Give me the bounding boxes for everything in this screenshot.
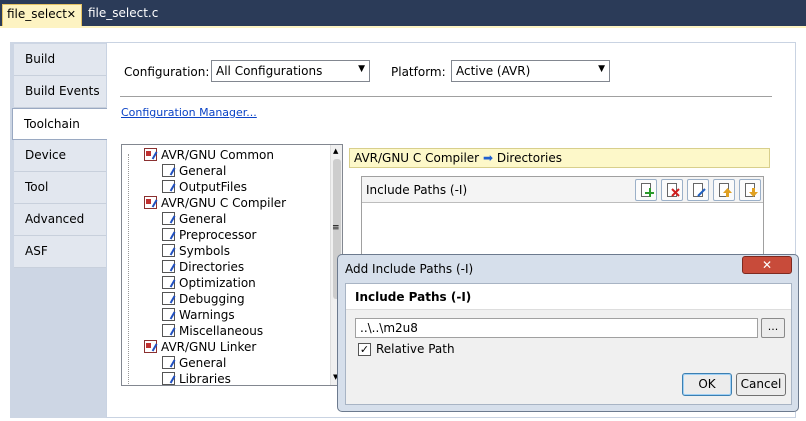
tree-item-label: Libraries <box>179 372 231 386</box>
relative-path-label[interactable]: Relative Path <box>376 342 455 356</box>
edit-item-button[interactable] <box>687 179 709 201</box>
nav-item-device[interactable]: Device <box>14 140 106 172</box>
add-item-button[interactable] <box>635 179 657 201</box>
tree-item-label: Symbols <box>179 244 230 258</box>
dialog-title: Add Include Paths (-I) <box>345 262 474 276</box>
dialog-header-title: Include Paths (-I) <box>355 290 472 304</box>
tree-item[interactable]: Directories <box>162 260 244 276</box>
include-paths-header: Include Paths (-I) <box>362 177 763 203</box>
tree-item[interactable]: Debugging <box>162 292 245 308</box>
divider <box>120 96 772 97</box>
property-page-icon <box>162 308 175 321</box>
tree-group[interactable]: AVR/GNU Linker <box>144 340 256 356</box>
configuration-value: All Configurations <box>216 64 323 78</box>
tree-item-label: Miscellaneous <box>179 324 264 338</box>
nav-item-build[interactable]: Build <box>14 44 106 76</box>
property-group-icon <box>144 340 157 353</box>
configuration-label: Configuration: <box>124 65 210 79</box>
tree-item[interactable]: Optimization <box>162 276 256 292</box>
tree-item-label: OutputFiles <box>179 180 248 194</box>
tab-label: file_select.c <box>88 6 159 20</box>
platform-select[interactable]: Active (AVR) ▼ <box>451 60 610 82</box>
dialog-header: Include Paths (-I) <box>346 284 791 310</box>
tree-item-label: General <box>179 212 227 226</box>
configuration-manager-link[interactable]: Configuration Manager... <box>121 106 257 119</box>
close-icon: ✕ <box>761 258 773 272</box>
tree-item[interactable]: Symbols <box>162 244 230 260</box>
scroll-up-icon[interactable]: ▲ <box>333 147 338 155</box>
tree-item[interactable]: General <box>162 212 226 228</box>
tab-label: file_select <box>7 7 67 21</box>
tree-item-label: Debugging <box>179 292 245 306</box>
close-icon[interactable]: ✕ <box>67 8 76 21</box>
grip-icon: ≡ <box>332 223 340 233</box>
dialog-close-button[interactable]: ✕ <box>742 256 792 274</box>
tree-group[interactable]: AVR/GNU C Compiler <box>144 196 286 212</box>
tree-item-label: Directories <box>179 260 245 274</box>
property-group-icon <box>144 196 157 209</box>
include-path-input[interactable]: ..\..\m2u8 <box>355 318 758 338</box>
tree-item[interactable]: General <box>162 356 226 372</box>
ok-button[interactable]: OK <box>682 373 732 396</box>
include-paths-title: Include Paths (-I) <box>366 183 468 197</box>
property-page-icon <box>162 356 175 369</box>
breadcrumb: AVR/GNU C Compiler ➡ Directories <box>349 148 770 168</box>
property-page-icon <box>162 324 175 337</box>
nav-item-build-events[interactable]: Build Events <box>14 76 106 108</box>
tree-item-label: AVR/GNU C Compiler <box>161 196 287 210</box>
arrow-right-icon: ➡ <box>482 151 493 165</box>
tree-item-label: General <box>179 356 227 370</box>
tree-item-label: Optimization <box>179 276 256 290</box>
tree-item[interactable]: Libraries <box>162 372 231 386</box>
checkmark-icon: ✓ <box>359 343 370 356</box>
include-paths-list[interactable]: Include Paths (-I) <box>361 176 764 266</box>
tree-item[interactable]: Warnings <box>162 308 235 324</box>
dropdown-arrow-icon: ▼ <box>598 64 605 74</box>
add-include-paths-dialog: Add Include Paths (-I) ✕ Include Paths (… <box>337 254 799 412</box>
move-down-button[interactable] <box>739 179 761 201</box>
property-page-icon <box>162 228 175 241</box>
property-page-icon <box>162 180 175 193</box>
tab-file-select-c[interactable]: file_select.c <box>84 4 162 26</box>
delete-item-button[interactable] <box>661 179 683 201</box>
property-page-icon <box>162 260 175 273</box>
nav-item-toolchain[interactable]: Toolchain <box>12 108 107 140</box>
breadcrumb-part: Directories <box>496 151 563 165</box>
property-page-icon <box>162 212 175 225</box>
tree-item[interactable]: General <box>162 164 226 180</box>
tree-item-label: General <box>179 164 227 178</box>
property-page-icon <box>162 244 175 257</box>
configuration-select[interactable]: All Configurations ▼ <box>211 60 370 82</box>
tree-item[interactable]: OutputFiles <box>162 180 247 196</box>
property-page-icon <box>162 164 175 177</box>
nav-item-asf[interactable]: ASF <box>14 236 106 268</box>
tree-group[interactable]: AVR/GNU Common <box>144 148 274 164</box>
tree-item-label: Preprocessor <box>179 228 257 242</box>
tree-item[interactable]: Miscellaneous <box>162 324 263 340</box>
tab-file-select[interactable]: file_select ✕ <box>2 4 82 26</box>
nav-item-advanced[interactable]: Advanced <box>14 204 106 236</box>
cancel-button[interactable]: Cancel <box>736 373 786 396</box>
tree-item-label: AVR/GNU Common <box>161 148 274 162</box>
tree-item-label: Warnings <box>179 308 235 322</box>
tree-item[interactable]: Preprocessor <box>162 228 256 244</box>
property-page-icon <box>162 292 175 305</box>
property-group-icon <box>144 148 157 161</box>
nav-item-tool[interactable]: Tool <box>14 172 106 204</box>
dialog-body: Include Paths (-I) ..\..\m2u8 ... ✓ Rela… <box>345 283 792 405</box>
property-page-icon <box>162 276 175 289</box>
settings-tree[interactable]: AVR/GNU Common General OutputFiles AVR/GNU … <box>121 144 343 386</box>
browse-button[interactable]: ... <box>761 318 785 338</box>
move-up-button[interactable] <box>713 179 735 201</box>
platform-value: Active (AVR) <box>456 64 531 78</box>
tree-item-label: AVR/GNU Linker <box>161 340 257 354</box>
document-tab-bar: file_select ✕ file_select.c <box>0 0 806 26</box>
platform-label: Platform: <box>391 65 446 79</box>
dropdown-arrow-icon: ▼ <box>358 64 365 74</box>
property-page-icon <box>162 372 175 385</box>
relative-path-checkbox[interactable]: ✓ <box>358 343 371 356</box>
breadcrumb-part: AVR/GNU C Compiler <box>354 151 480 165</box>
